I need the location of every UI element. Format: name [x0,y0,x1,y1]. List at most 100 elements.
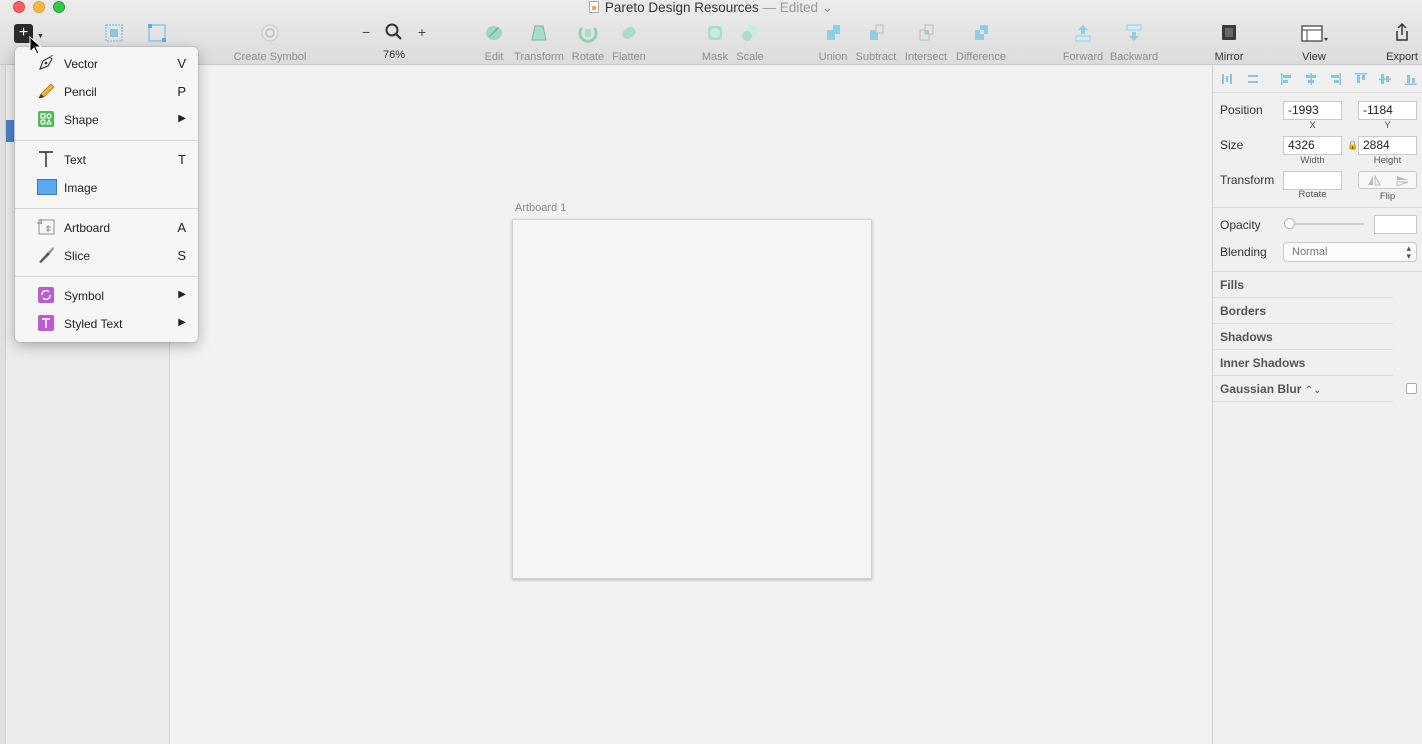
blending-select[interactable]: Normal ▴ ▾ [1283,242,1417,262]
export-button[interactable]: Export [1383,22,1421,63]
align-middle-icon[interactable] [1379,72,1391,84]
transform-button[interactable]: Transform [512,22,566,63]
view-icon [1301,25,1328,42]
sidebar-edge [0,65,6,744]
zoom-level: 76% [382,49,406,61]
fills-section[interactable]: Fills [1213,278,1393,292]
edit-icon [486,26,502,40]
zoom-icon[interactable] [385,23,403,41]
inspector-panel: Position -1993 -1184 X Y Size 4326 🔒 288… [1212,65,1422,744]
menu-item-image[interactable]: Image [15,173,198,201]
difference-icon [975,25,988,40]
union-button[interactable]: Union [817,22,849,63]
mask-icon [708,26,722,40]
scale-icon [742,25,758,41]
ungroup-icon [148,24,166,42]
text-icon [39,151,53,167]
transform-icon [531,25,547,41]
position-label: Position [1220,103,1263,117]
inner-shadows-section[interactable]: Inner Shadows [1213,356,1393,370]
image-icon [37,179,57,195]
rotate-icon [578,27,598,43]
menu-item-shape[interactable]: Shape ▶ [15,105,198,133]
align-left-icon[interactable] [1281,72,1293,85]
position-y-field[interactable]: -1184 [1358,101,1417,120]
rotate-field[interactable] [1283,171,1342,190]
subtract-icon [870,24,884,40]
artboard-icon [37,219,55,235]
size-label: Size [1220,138,1244,152]
align-right-icon[interactable] [1329,72,1341,85]
insert-menu: Vector V Pencil P Shape ▶ Text T Image A… [15,47,198,342]
blending-label: Blending [1220,245,1267,259]
scale-button[interactable]: Scale [735,22,765,63]
intersect-icon [919,24,934,41]
menu-item-styled-text[interactable]: Styled Text ▶ [15,309,198,337]
mirror-button[interactable]: Mirror [1210,22,1248,63]
canvas[interactable]: Artboard 1 [170,65,1212,744]
submenu-arrow-icon: ▶ [178,317,186,328]
ungroup-button[interactable] [147,22,167,44]
create-symbol-button[interactable]: Create Symbol [232,22,308,63]
height-field[interactable]: 2884 [1358,136,1417,155]
lock-icon[interactable]: 🔒 [1347,140,1358,151]
window-title: Pareto Design Resources — Edited ⌄ [0,0,1422,15]
gaussian-blur-checkbox[interactable] [1406,383,1417,394]
align-center-horizontal-icon[interactable] [1305,72,1317,85]
align-bottom-icon[interactable] [1405,72,1417,85]
transform-label: Transform [1220,173,1275,187]
union-icon [827,25,840,40]
edit-button[interactable]: Edit [480,22,508,63]
shape-icon [38,111,54,127]
zoom-control: − + 76% [362,20,426,61]
width-field[interactable]: 4326 [1283,136,1342,155]
menu-item-pencil[interactable]: Pencil P [15,77,198,105]
menu-item-artboard[interactable]: Artboard A [15,213,198,241]
document-icon [588,1,599,13]
view-button[interactable]: View [1296,22,1332,63]
mask-button[interactable]: Mask [699,22,731,63]
intersect-button[interactable]: Intersect [903,22,949,63]
menu-item-symbol[interactable]: Symbol ▶ [15,281,198,309]
artboard-label[interactable]: Artboard 1 [515,202,566,214]
flip-control [1358,171,1417,189]
distribute-horizontal-icon[interactable] [1221,72,1233,84]
flatten-button[interactable]: Flatten [610,22,648,63]
symbol-icon [38,287,54,303]
menu-item-slice[interactable]: Slice S [15,241,198,269]
opacity-slider-knob[interactable] [1284,218,1295,229]
opacity-field[interactable] [1374,215,1417,234]
group-button[interactable] [104,22,124,44]
zoom-in-button[interactable]: + [418,24,426,40]
flatten-icon [622,26,636,40]
select-arrows-icon: ▴ ▾ [1406,243,1411,261]
position-x-field[interactable]: -1993 [1283,101,1342,120]
rotate-label: Rotate [1298,189,1327,200]
create-symbol-icon [261,24,279,42]
artboard[interactable] [512,219,872,579]
styled-text-icon [38,315,54,331]
borders-section[interactable]: Borders [1213,304,1393,318]
zoom-out-button[interactable]: − [362,24,370,40]
edited-status[interactable]: — Edited ⌄ [763,0,834,15]
backward-icon [1126,24,1142,41]
opacity-slider[interactable] [1288,223,1364,225]
subtract-button[interactable]: Subtract [853,22,899,63]
pencil-icon [38,83,55,99]
backward-button[interactable]: Backward [1109,22,1159,63]
align-top-icon[interactable] [1355,72,1367,84]
flip-label: Flip [1379,191,1396,202]
rotate-button[interactable]: Rotate [570,22,606,63]
flip-vertical-icon[interactable] [1396,175,1410,186]
height-label: Height [1373,155,1402,166]
difference-button[interactable]: Difference [953,22,1009,63]
shadows-section[interactable]: Shadows [1213,330,1393,344]
x-label: X [1309,120,1316,131]
menu-item-text[interactable]: Text T [15,145,198,173]
slice-icon [39,247,54,263]
toolbar: Pareto Design Resources — Edited ⌄ + ▼ C… [0,0,1422,65]
distribute-vertical-icon[interactable] [1247,72,1259,84]
forward-button[interactable]: Forward [1061,22,1105,63]
gaussian-blur-section[interactable]: Gaussian Blur ⌃⌄ [1213,382,1393,396]
flip-horizontal-icon[interactable] [1367,175,1381,186]
